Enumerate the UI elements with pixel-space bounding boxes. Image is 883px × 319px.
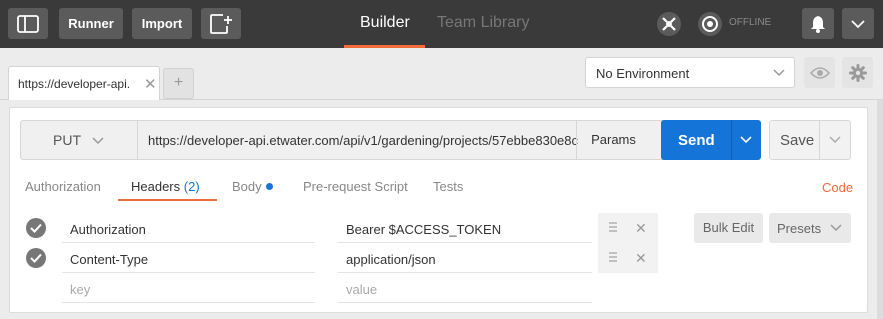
- presets-label: Presets: [777, 221, 822, 236]
- close-tab-icon[interactable]: ✕: [144, 75, 157, 93]
- scrollbar[interactable]: [877, 100, 883, 319]
- environment-quick-look-button[interactable]: [804, 57, 835, 88]
- bulk-edit-button[interactable]: Bulk Edit: [694, 213, 763, 243]
- close-icon[interactable]: ✕: [635, 220, 647, 237]
- tab-body[interactable]: Body: [232, 179, 273, 194]
- request-tab-bar: https://developer-api. ✕ + No Environmen…: [0, 48, 883, 100]
- header-row-actions: ✕: [598, 213, 658, 243]
- tab-team-library[interactable]: Team Library: [437, 14, 529, 32]
- bell-icon: [811, 15, 825, 33]
- runner-label: Runner: [68, 16, 114, 31]
- notifications-button[interactable]: [802, 8, 834, 39]
- runner-button[interactable]: Runner: [59, 8, 123, 39]
- tab-prerequest-script[interactable]: Pre-request Script: [303, 179, 408, 194]
- request-tab-label: https://developer-api.: [18, 77, 131, 91]
- new-window-button[interactable]: [201, 8, 241, 39]
- new-header-key-field[interactable]: key: [62, 273, 315, 303]
- url-bar: PUT https://developer-api.etwater.com/ap…: [20, 120, 750, 160]
- value-placeholder: value: [346, 282, 378, 297]
- params-button[interactable]: Params: [576, 121, 650, 159]
- tab-headers[interactable]: Headers (2): [131, 179, 200, 194]
- code-link[interactable]: Code: [822, 180, 853, 195]
- header-value: Bearer $ACCESS_TOKEN: [346, 222, 502, 237]
- headers-count: (2): [183, 179, 200, 194]
- request-builder-panel: PUT https://developer-api.etwater.com/ap…: [9, 107, 868, 313]
- eye-icon: [809, 66, 830, 79]
- gear-icon: [848, 63, 867, 82]
- chevron-down-icon[interactable]: [739, 134, 753, 146]
- tab-authorization[interactable]: Authorization: [25, 179, 101, 194]
- header-key-field[interactable]: Authorization: [62, 213, 315, 243]
- header-row: Authorization Bearer $ACCESS_TOKEN ✕: [20, 213, 658, 243]
- presets-button[interactable]: Presets: [769, 213, 851, 243]
- top-toolbar: Runner Import Builder Team Library OFFLI…: [0, 0, 883, 48]
- method-select[interactable]: PUT: [21, 121, 138, 159]
- chevron-down-icon[interactable]: [828, 134, 842, 146]
- header-enabled-checkbox[interactable]: [26, 218, 46, 238]
- chevron-down-icon: [773, 69, 785, 77]
- header-key-field[interactable]: Content-Type: [62, 243, 315, 273]
- environment-select[interactable]: No Environment: [585, 57, 795, 88]
- environment-label: No Environment: [596, 66, 690, 81]
- check-icon: [30, 223, 42, 233]
- chevron-down-icon: [851, 19, 865, 28]
- interceptor-button[interactable]: [695, 8, 725, 39]
- header-key: Content-Type: [70, 252, 149, 267]
- url-input[interactable]: https://developer-api.etwater.com/api/v1…: [148, 133, 578, 148]
- settings-menu-button[interactable]: [842, 8, 874, 39]
- header-value-field[interactable]: Bearer $ACCESS_TOKEN: [338, 213, 592, 243]
- method-label: PUT: [53, 132, 81, 148]
- key-placeholder: key: [70, 282, 91, 297]
- drag-handle-icon[interactable]: [608, 251, 618, 263]
- header-enabled-checkbox[interactable]: [26, 248, 46, 268]
- new-header-row: key value: [20, 273, 650, 303]
- interceptor-icon: [698, 11, 722, 36]
- save-divider: [819, 121, 820, 159]
- tab-builder[interactable]: Builder: [360, 14, 410, 32]
- add-tab-button[interactable]: +: [163, 68, 194, 99]
- body-indicator-dot: [265, 183, 273, 190]
- header-key: Authorization: [70, 222, 146, 237]
- sidebar-toggle-button[interactable]: [8, 8, 48, 39]
- tab-body-label: Body: [232, 179, 262, 194]
- tab-headers-label: Headers: [131, 179, 181, 194]
- sync-button[interactable]: [653, 8, 685, 39]
- tab-tests[interactable]: Tests: [433, 179, 463, 194]
- header-value-field[interactable]: application/json: [338, 243, 592, 273]
- import-button[interactable]: Import: [132, 8, 192, 39]
- new-header-value-field[interactable]: value: [338, 273, 592, 303]
- header-value: application/json: [346, 252, 436, 267]
- sidebar-toggle-icon: [17, 14, 39, 33]
- send-divider: [731, 120, 732, 160]
- import-label: Import: [141, 16, 183, 31]
- manage-environments-button[interactable]: [842, 57, 873, 88]
- active-subtab-indicator: [118, 199, 217, 201]
- sync-icon: [657, 11, 681, 36]
- chevron-down-icon: [830, 224, 842, 232]
- close-icon[interactable]: ✕: [635, 250, 647, 267]
- send-button[interactable]: Send: [661, 120, 761, 160]
- request-tab[interactable]: https://developer-api. ✕: [8, 66, 160, 100]
- check-icon: [30, 253, 42, 263]
- save-button[interactable]: Save: [769, 120, 851, 160]
- new-window-icon: [210, 13, 232, 34]
- header-row-actions: ✕: [598, 243, 658, 273]
- save-label: Save: [780, 132, 815, 149]
- send-label: Send: [678, 132, 715, 149]
- header-row: Content-Type application/json ✕: [20, 243, 658, 273]
- chevron-down-icon: [92, 137, 104, 145]
- offline-status: OFFLINE: [729, 17, 772, 28]
- drag-handle-icon[interactable]: [608, 221, 618, 233]
